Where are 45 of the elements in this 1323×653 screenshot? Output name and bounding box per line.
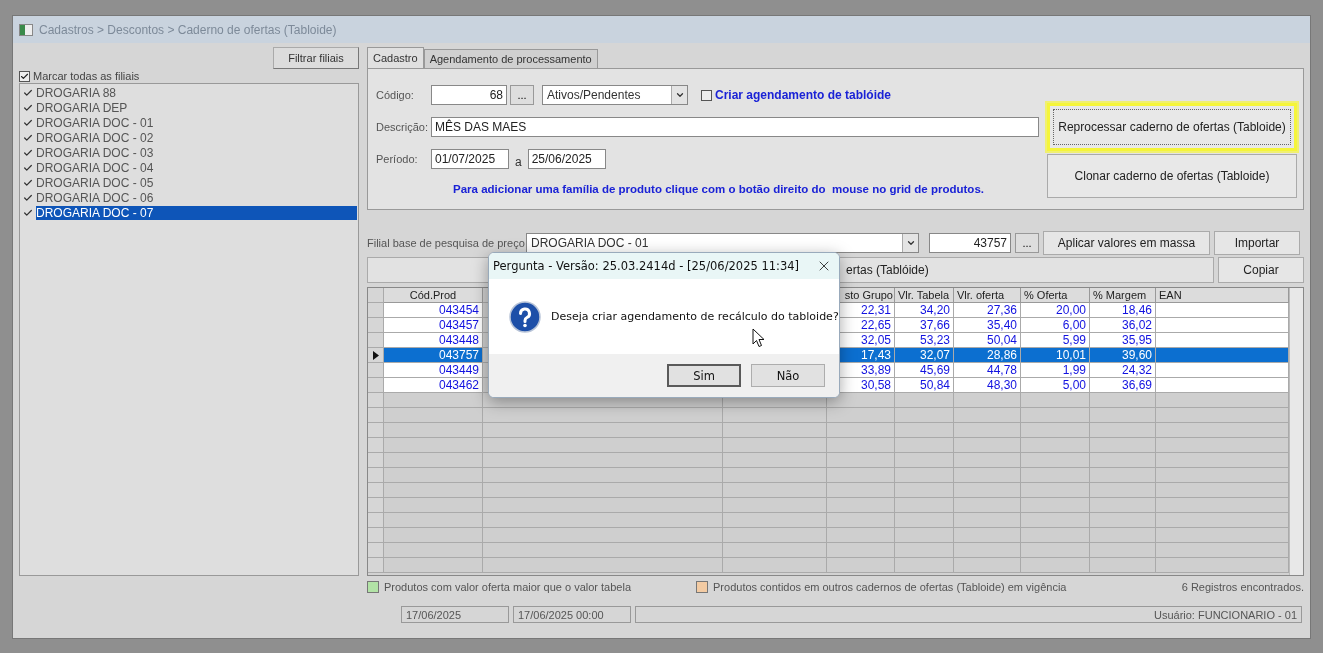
table-cell: 27,36 xyxy=(954,303,1021,318)
table-cell: 44,78 xyxy=(954,363,1021,378)
table-cell: 50,04 xyxy=(954,333,1021,348)
legend-label: Produtos contidos em outros cadernos de ofertas (Tabloide) em vigência xyxy=(713,581,1067,593)
table-cell: 37,66 xyxy=(895,318,954,333)
table-cell: 043462 xyxy=(384,378,483,393)
field-label: Período: xyxy=(376,153,419,165)
table-cell: 043757 xyxy=(384,348,483,363)
record-count: 6 Registros encontrados. xyxy=(1181,581,1304,593)
table-cell: 32,07 xyxy=(895,348,954,363)
dialog-title: Pergunta - Versão: 25.03.2414d - [25/06/2025 11:34] xyxy=(493,259,800,273)
table-cell: 45,69 xyxy=(895,363,954,378)
table-cell: 28,86 xyxy=(954,348,1021,363)
checkbox-label: Marcar todas as filiais xyxy=(33,70,140,82)
table-cell: 50,84 xyxy=(895,378,954,393)
table-cell: 48,30 xyxy=(954,378,1021,393)
table-cell: 39,60 xyxy=(1090,348,1156,363)
range-separator: a xyxy=(514,155,523,169)
table-cell: 35,95 xyxy=(1090,333,1156,348)
table-cell: 1,99 xyxy=(1021,363,1090,378)
field-label: Descrição: xyxy=(376,121,428,133)
table-cell: 18,46 xyxy=(1090,303,1156,318)
table-cell: 5,00 xyxy=(1021,378,1090,393)
status-datetime: 17/06/2025 00:00 xyxy=(513,606,631,623)
table-cell: 36,69 xyxy=(1090,378,1156,393)
table-cell: 10,01 xyxy=(1021,348,1090,363)
field-label: Código: xyxy=(376,89,415,101)
window-title: Cadastros > Descontos > Caderno de ofertas (Tabloide) xyxy=(39,22,337,37)
table-cell: 5,99 xyxy=(1021,333,1090,348)
status-date: 17/06/2025 xyxy=(401,606,509,623)
status-user: Usuário: FUNCIONARIO - 01 xyxy=(635,606,1302,623)
table-cell: 043448 xyxy=(384,333,483,348)
table-cell: 043454 xyxy=(384,303,483,318)
table-cell: 20,00 xyxy=(1021,303,1090,318)
checkbox-label: Criar agendamento de tablóide xyxy=(715,88,892,102)
table-cell: 34,20 xyxy=(895,303,954,318)
table-cell: 53,23 xyxy=(895,333,954,348)
table-cell: 24,32 xyxy=(1090,363,1156,378)
legend-label: Produtos com valor oferta maior que o valor tabela xyxy=(384,581,632,593)
table-cell: 35,40 xyxy=(954,318,1021,333)
hint-text: Para adicionar uma família de produto clique com o botão direito do mouse no grid de produtos. xyxy=(452,183,985,195)
table-cell: 043457 xyxy=(384,318,483,333)
table-cell: 6,00 xyxy=(1021,318,1090,333)
table-cell: 043449 xyxy=(384,363,483,378)
table-cell: 36,02 xyxy=(1090,318,1156,333)
